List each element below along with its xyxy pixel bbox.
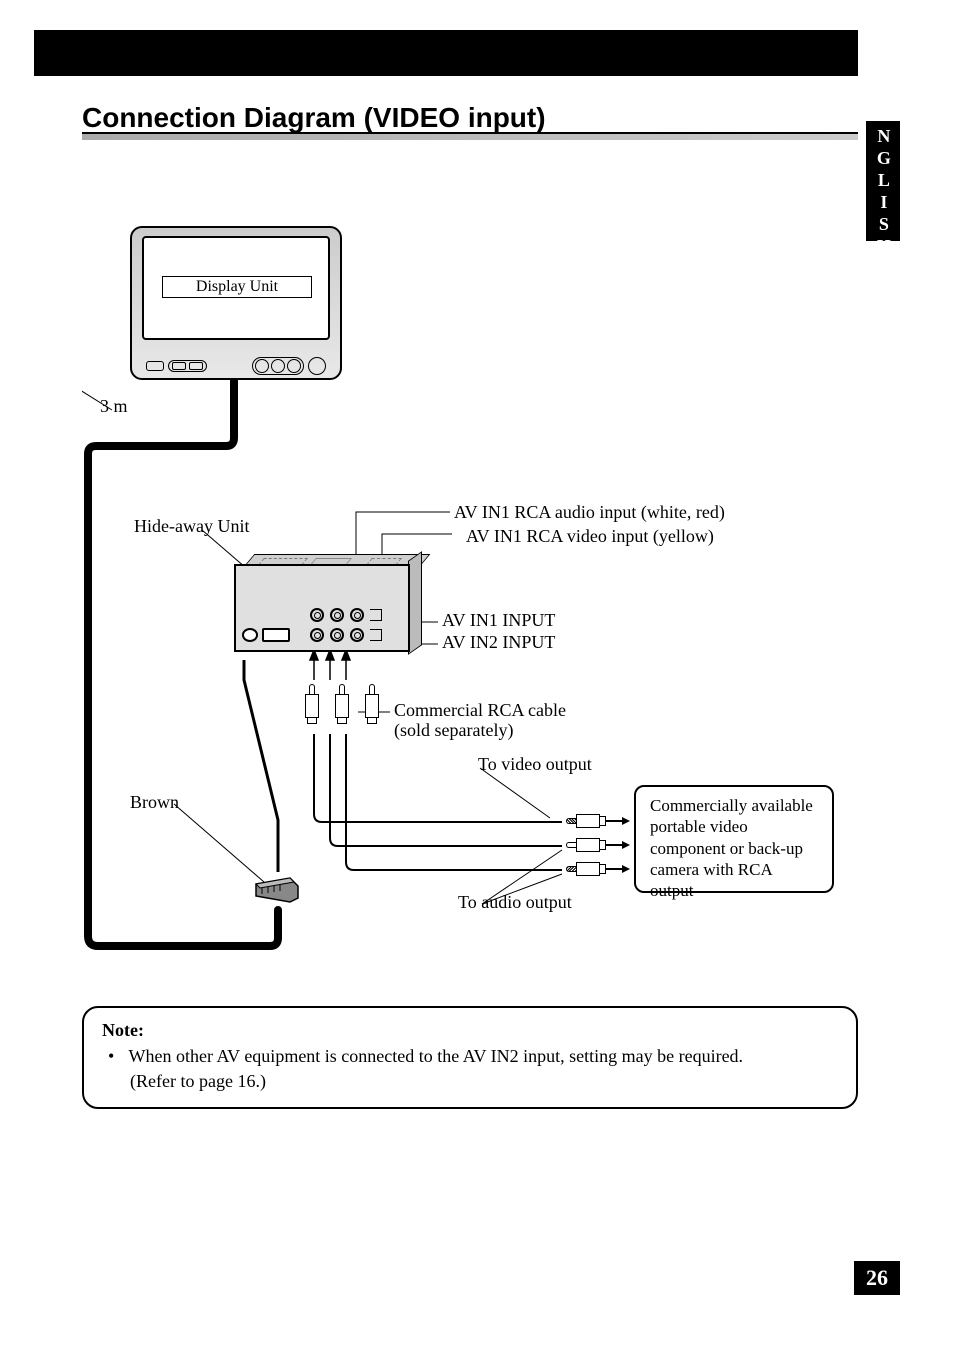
bracket-icon — [370, 609, 382, 621]
hideaway-side-icon — [408, 551, 422, 655]
rca-jack-icon — [350, 608, 364, 622]
av-in1-audio-label: AV IN1 RCA audio input (white, red) — [454, 502, 725, 523]
rca-jack-icon — [330, 628, 344, 642]
port-icon — [242, 628, 258, 642]
rca-jack-icon — [310, 628, 324, 642]
rca-plug-set — [304, 684, 380, 724]
port-icon — [262, 628, 290, 642]
hideaway-front-icon — [234, 564, 410, 652]
to-video-output-label: To video output — [478, 754, 592, 775]
rca-plug-icon — [304, 684, 320, 724]
hideaway-unit-label: Hide-away Unit — [134, 516, 249, 537]
display-button-row — [146, 358, 326, 374]
rca-plug-right-icon — [566, 862, 630, 876]
av-in1-video-label: AV IN1 RCA video input (yellow) — [466, 526, 714, 547]
bracket-icon — [370, 629, 382, 641]
rca-plug-right-icon — [566, 814, 630, 828]
rca-cable-label-line2: (sold separately) — [394, 720, 513, 741]
language-tab-text: ENGLISH — [873, 104, 893, 258]
hideaway-unit — [222, 554, 422, 660]
note-title: Note: — [102, 1018, 838, 1042]
rca-plug-icon — [364, 684, 380, 724]
connection-diagram: Display Unit 3 m Hide-away Unit AV IN1 R… — [82, 210, 858, 960]
note-bullet: When other AV equipment is connected to … — [108, 1044, 838, 1093]
rca-jack-icon — [310, 608, 324, 622]
display-btn-group-icon — [168, 360, 207, 372]
rca-jack-icon — [350, 628, 364, 642]
note-bullet-text: When other AV equipment is connected to … — [129, 1046, 744, 1066]
header-black-bar — [34, 30, 858, 76]
display-unit-label: Display Unit — [162, 276, 312, 298]
external-device-box: Commercially available portable video co… — [634, 785, 834, 893]
section-heading: Connection Diagram (VIDEO input) — [82, 102, 858, 134]
display-unit — [130, 226, 342, 380]
display-mode-buttons-icon — [252, 357, 304, 375]
cable-length-label: 3 m — [100, 396, 128, 417]
av-in1-input-label: AV IN1 INPUT — [442, 610, 555, 631]
av-in2-input-label: AV IN2 INPUT — [442, 632, 555, 653]
language-tab: ENGLISH — [866, 121, 900, 241]
note-sub-text: (Refer to page 16.) — [108, 1069, 838, 1093]
heading-underline — [82, 132, 858, 140]
rca-cable-label-line1: Commercial RCA cable — [394, 700, 566, 721]
page-number: 26 — [854, 1261, 900, 1295]
to-audio-output-label: To audio output — [458, 892, 572, 913]
display-dpad-icon — [308, 357, 326, 375]
note-box: Note: When other AV equipment is connect… — [82, 1006, 858, 1109]
brown-label: Brown — [130, 792, 179, 813]
rca-plug-icon — [334, 684, 350, 724]
brown-connector-icon — [252, 872, 302, 904]
display-btn-icon — [146, 361, 164, 371]
rca-plug-right-icon — [566, 838, 630, 852]
rca-jack-icon — [330, 608, 344, 622]
